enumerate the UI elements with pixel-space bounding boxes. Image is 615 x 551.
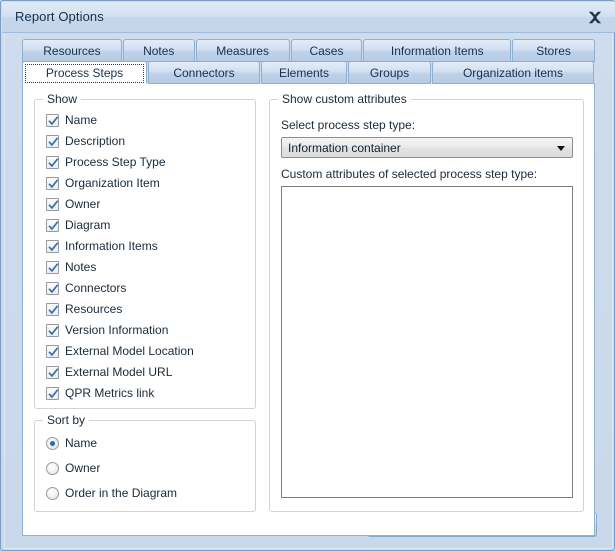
show-checkbox-connectors[interactable]: Connectors	[46, 279, 126, 298]
sortby-groupbox: Sort by NameOwnerOrder in the Diagram	[34, 420, 256, 512]
sortby-radio-name[interactable]: Name	[46, 434, 97, 453]
process-step-type-dropdown[interactable]: Information container	[281, 137, 573, 158]
tab-groups[interactable]: Groups	[348, 61, 431, 84]
tab-label: Cases	[309, 44, 343, 58]
tab-label: Connectors	[173, 66, 234, 80]
radio-button	[46, 462, 59, 475]
tab-organization-items[interactable]: Organization items	[432, 61, 594, 84]
checkbox-label: Information Items	[65, 240, 158, 253]
checkbox-box	[46, 177, 59, 190]
tab-information-items[interactable]: Information Items	[363, 39, 511, 62]
process-steps-tab-page: Show Name Description Process Step Type Org…	[22, 83, 595, 536]
checkbox-label: Version Information	[65, 324, 168, 337]
checkbox-box	[46, 261, 59, 274]
checkbox-label: Description	[65, 135, 125, 148]
checkbox-box	[46, 366, 59, 379]
checkbox-box	[46, 387, 59, 400]
radio-button	[46, 487, 59, 500]
checkbox-label: Name	[65, 114, 97, 127]
tab-process-steps[interactable]: Process Steps	[22, 61, 147, 84]
tab-label: Notes	[143, 44, 174, 58]
checkbox-label: Process Step Type	[65, 156, 166, 169]
checkbox-label: Organization Item	[65, 177, 160, 190]
tab-row-bottom: Process Steps Connectors Elements Groups Org…	[22, 61, 595, 84]
tab-cases[interactable]: Cases	[291, 39, 363, 62]
tab-measures[interactable]: Measures	[196, 39, 290, 62]
radio-label: Order in the Diagram	[65, 487, 177, 500]
tab-elements[interactable]: Elements	[261, 61, 347, 84]
radio-label: Name	[65, 437, 97, 450]
tab-label: Information Items	[391, 44, 484, 58]
checkbox-label: Resources	[65, 303, 122, 316]
tab-row-top: Resources Notes Measures Cases Information I…	[22, 39, 595, 62]
checkbox-box	[46, 156, 59, 169]
checkbox-box	[46, 198, 59, 211]
checkbox-box	[46, 282, 59, 295]
checkbox-box	[46, 135, 59, 148]
show-checkbox-name[interactable]: Name	[46, 111, 97, 130]
show-checkbox-notes[interactable]: Notes	[46, 258, 96, 277]
show-groupbox: Show NameDescriptionProcess Step TypeOrg…	[34, 99, 256, 409]
custom-attributes-groupbox: Show custom attributes Select process st…	[269, 99, 584, 512]
sortby-groupbox-title: Sort by	[43, 413, 89, 427]
select-process-step-type-label: Select process step type:	[281, 118, 415, 132]
tab-connectors[interactable]: Connectors	[148, 61, 260, 84]
tab-label: Organization items	[463, 66, 563, 80]
sortby-radio-owner[interactable]: Owner	[46, 459, 100, 478]
checkbox-label: Notes	[65, 261, 96, 274]
tab-notes[interactable]: Notes	[123, 39, 195, 62]
close-icon[interactable]	[585, 8, 605, 27]
tab-resources[interactable]: Resources	[22, 39, 122, 62]
tab-label: Groups	[370, 66, 409, 80]
show-checkbox-qpr-metrics-link[interactable]: QPR Metrics link	[46, 384, 154, 403]
checkbox-label: Connectors	[65, 282, 126, 295]
checkbox-box	[46, 345, 59, 358]
tab-label: Stores	[536, 44, 571, 58]
show-checkbox-owner[interactable]: Owner	[46, 195, 100, 214]
show-checkbox-version-information[interactable]: Version Information	[46, 321, 168, 340]
show-checkbox-resources[interactable]: Resources	[46, 300, 122, 319]
checkbox-label: Owner	[65, 198, 100, 211]
checkbox-box	[46, 324, 59, 337]
tab-label: Measures	[216, 44, 269, 58]
show-checkbox-information-items[interactable]: Information Items	[46, 237, 158, 256]
show-checkbox-organization-item[interactable]: Organization Item	[46, 174, 160, 193]
radio-button	[46, 437, 59, 450]
tab-label: Elements	[279, 66, 329, 80]
show-groupbox-title: Show	[43, 92, 81, 106]
checkbox-box	[46, 303, 59, 316]
sortby-radio-order-in-the-diagram[interactable]: Order in the Diagram	[46, 484, 177, 503]
checkbox-box	[46, 240, 59, 253]
radio-label: Owner	[65, 462, 100, 475]
show-checkbox-external-model-location[interactable]: External Model Location	[46, 342, 194, 361]
tab-stores[interactable]: Stores	[512, 39, 595, 62]
dialog-titlebar: Report Options	[2, 2, 615, 33]
dialog-title: Report Options	[15, 9, 104, 24]
report-options-dialog: Report Options Resources Notes Measures Cas…	[0, 0, 615, 551]
show-checkbox-description[interactable]: Description	[46, 132, 125, 151]
checkbox-box	[46, 114, 59, 127]
show-checkbox-process-step-type[interactable]: Process Step Type	[46, 153, 166, 172]
report-options-tabcontrol: Resources Notes Measures Cases Information I…	[22, 39, 595, 499]
process-step-type-value: Information container	[288, 141, 401, 155]
custom-attributes-listbox[interactable]	[281, 186, 573, 498]
tab-label: Process Steps	[46, 66, 123, 80]
chevron-down-icon	[557, 146, 565, 151]
checkbox-label: QPR Metrics link	[65, 387, 154, 400]
tab-label: Resources	[43, 44, 100, 58]
checkbox-label: External Model Location	[65, 345, 194, 358]
custom-attributes-list-label: Custom attributes of selected process st…	[281, 167, 537, 181]
show-checkbox-external-model-url[interactable]: External Model URL	[46, 363, 172, 382]
checkbox-label: Diagram	[65, 219, 110, 232]
checkbox-box	[46, 219, 59, 232]
custom-attributes-groupbox-title: Show custom attributes	[278, 92, 411, 106]
show-checkbox-diagram[interactable]: Diagram	[46, 216, 110, 235]
checkbox-label: External Model URL	[65, 366, 172, 379]
